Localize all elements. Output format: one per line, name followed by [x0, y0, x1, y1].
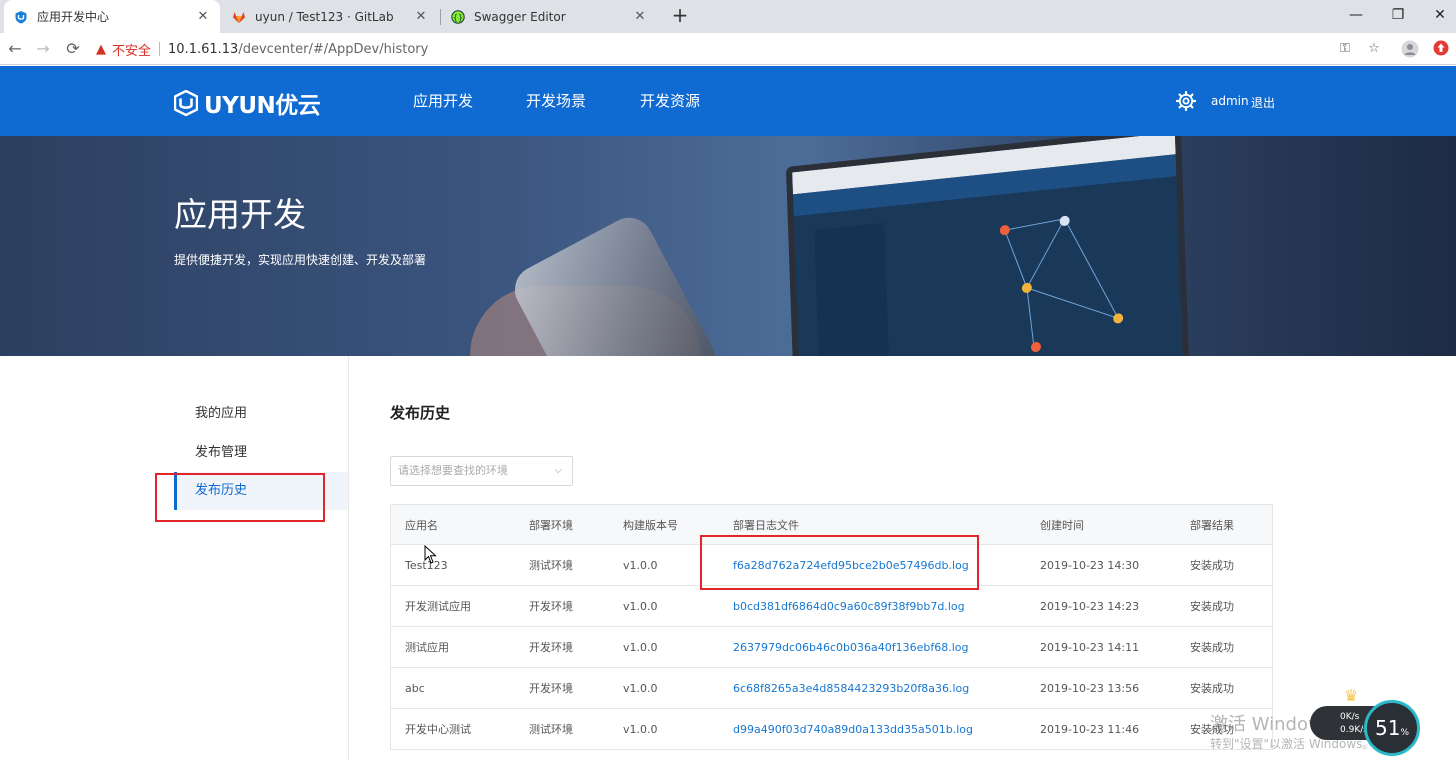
column-header-version: 构建版本号	[623, 519, 678, 532]
extension-stop-icon[interactable]	[1432, 40, 1450, 58]
deploy-env: 开发环境	[529, 682, 573, 695]
mouse-cursor-icon	[424, 545, 437, 564]
deploy-env: 测试环境	[529, 559, 573, 572]
tab-title: Swagger Editor	[474, 9, 566, 24]
created-time: 2019-10-23 14:23	[1040, 600, 1140, 613]
build-version: v1.0.0	[623, 682, 658, 695]
url-field[interactable]: ▲ 不安全 10.1.61.13/devcenter/#/AppDev/hist…	[96, 37, 1392, 61]
column-header-result: 部署结果	[1190, 519, 1234, 532]
column-header-app: 应用名	[405, 519, 438, 532]
deploy-env: 开发环境	[529, 600, 573, 613]
close-icon[interactable]: ✕	[414, 9, 428, 24]
chevron-down-icon: ⌵	[554, 465, 562, 476]
deploy-result: 安装成功	[1190, 559, 1234, 572]
app-name: 开发测试应用	[405, 600, 471, 613]
table-row: 开发中心测试 测试环境 v1.0.0 d99a490f03d740a89d0a1…	[390, 709, 1273, 750]
gear-icon[interactable]	[1176, 91, 1196, 111]
created-time: 2019-10-23 14:30	[1040, 559, 1140, 572]
cpu-usage-unit: %	[1400, 728, 1409, 738]
close-icon[interactable]: ✕	[196, 9, 210, 24]
build-version: v1.0.0	[623, 723, 658, 736]
forward-arrow-icon[interactable]: →	[32, 38, 54, 60]
uyun-cube-icon	[174, 90, 198, 116]
back-arrow-icon[interactable]: ←	[4, 38, 26, 60]
tab-devcenter[interactable]: 应用开发中心 ✕	[4, 0, 220, 33]
app-name: abc	[405, 682, 425, 695]
page-title: 发布历史	[390, 404, 451, 422]
address-bar: ← → ⟳ ▲ 不安全 10.1.61.13/devcenter/#/AppDe…	[0, 33, 1456, 65]
url-path: /devcenter/#/AppDev/history	[238, 41, 429, 57]
deploy-result: 安装成功	[1190, 682, 1234, 695]
tab-gitlab[interactable]: uyun / Test123 · GitLab ✕	[222, 0, 438, 33]
reload-icon[interactable]: ⟳	[62, 38, 84, 60]
column-header-env: 部署环境	[529, 519, 573, 532]
browser-tab-bar: 应用开发中心 ✕ uyun / Test123 · GitLab ✕ {} Sw…	[0, 0, 1456, 33]
deploy-env: 测试环境	[529, 723, 573, 736]
deploy-log-link[interactable]: b0cd381df6864d0c9a60c89f38f9bb7d.log	[733, 586, 965, 627]
build-version: v1.0.0	[623, 600, 658, 613]
nav-app-dev[interactable]: 应用开发	[413, 90, 473, 111]
new-tab-button[interactable]: +	[668, 4, 692, 28]
banner-laptop-image	[785, 136, 1190, 356]
deploy-result: 安装成功	[1190, 641, 1234, 654]
warning-triangle-icon: ▲	[96, 41, 106, 57]
deploy-env: 开发环境	[529, 641, 573, 654]
table-row: 测试应用 开发环境 v1.0.0 2637979dc06b46c0b036a40…	[390, 627, 1273, 668]
uyun-logo[interactable]: UYUN优云	[174, 86, 321, 120]
crown-icon: ♛	[1344, 686, 1359, 705]
created-time: 2019-10-23 14:11	[1040, 641, 1140, 654]
sidebar-item-release-mgmt[interactable]: 发布管理	[174, 434, 348, 472]
column-header-created: 创建时间	[1040, 519, 1084, 532]
created-time: 2019-10-23 11:46	[1040, 723, 1140, 736]
annotation-highlight-box	[700, 535, 979, 590]
tab-title: 应用开发中心	[37, 10, 110, 24]
tab-swagger[interactable]: {} Swagger Editor ✕	[441, 0, 657, 33]
site-header: UYUN优云 应用开发 开发场景 开发资源 admin 退出	[0, 66, 1456, 136]
logout-link[interactable]: 退出	[1251, 94, 1275, 111]
cpu-usage-gauge[interactable]: 51%	[1364, 700, 1420, 756]
hero-banner: 应用开发 提供便捷开发，实现应用快速创建、开发及部署	[0, 136, 1456, 356]
nav-dev-scenes[interactable]: 开发场景	[526, 90, 586, 111]
deploy-result: 安装成功	[1190, 600, 1234, 613]
deploy-log-link[interactable]: 2637979dc06b46c0b036a40f136ebf68.log	[733, 627, 969, 668]
build-version: v1.0.0	[623, 559, 658, 572]
url-text: 10.1.61.13/devcenter/#/AppDev/history	[168, 42, 428, 57]
annotation-highlight-box	[155, 473, 325, 522]
maximize-icon[interactable]: ❐	[1376, 0, 1420, 33]
svg-text:{}: {}	[453, 13, 463, 22]
url-host: 10.1.61.13	[168, 41, 239, 57]
sidebar-item-my-apps[interactable]: 我的应用	[174, 395, 348, 433]
tab-title: uyun / Test123 · GitLab	[255, 9, 394, 24]
window-close-icon[interactable]: ✕	[1418, 0, 1456, 33]
nav-dev-resources[interactable]: 开发资源	[640, 90, 700, 111]
swagger-icon: {}	[451, 9, 465, 24]
uyun-shield-icon	[15, 10, 27, 23]
cpu-usage-value: 51	[1374, 716, 1401, 740]
security-warning-label: 不安全	[112, 43, 152, 59]
star-icon[interactable]: ☆	[1365, 40, 1383, 58]
sidebar: 我的应用 发布管理 发布历史	[0, 356, 349, 760]
upload-speed: 0K/s	[1340, 712, 1360, 722]
key-icon[interactable]: ⚿	[1336, 40, 1354, 58]
deploy-log-link[interactable]: d99a490f03d740a89d0a133dd35a501b.log	[733, 709, 973, 750]
logo-text: UYUN优云	[204, 93, 321, 119]
created-time: 2019-10-23 13:56	[1040, 682, 1140, 695]
app-name: 测试应用	[405, 641, 449, 654]
table-row: abc 开发环境 v1.0.0 6c68f8265a3e4d8584423293…	[390, 668, 1273, 709]
banner-subtitle: 提供便捷开发，实现应用快速创建、开发及部署	[174, 253, 427, 267]
table-row: 开发测试应用 开发环境 v1.0.0 b0cd381df6864d0c9a60c…	[390, 586, 1273, 627]
profile-avatar-icon[interactable]	[1401, 40, 1419, 58]
app-name: 开发中心测试	[405, 723, 471, 736]
banner-title: 应用开发	[174, 195, 306, 234]
build-version: v1.0.0	[623, 641, 658, 654]
environment-select[interactable]: 请选择想要查找的环境 ⌵	[390, 456, 573, 486]
divider	[159, 42, 161, 56]
close-icon[interactable]: ✕	[633, 9, 647, 24]
environment-select-placeholder: 请选择想要查找的环境	[398, 464, 508, 477]
banner-phone-image	[506, 209, 724, 356]
username[interactable]: admin	[1211, 94, 1249, 108]
gitlab-fox-icon	[233, 11, 245, 23]
minimize-icon[interactable]: —	[1334, 0, 1378, 33]
deploy-log-link[interactable]: 6c68f8265a3e4d8584423293b20f8a36.log	[733, 668, 969, 709]
